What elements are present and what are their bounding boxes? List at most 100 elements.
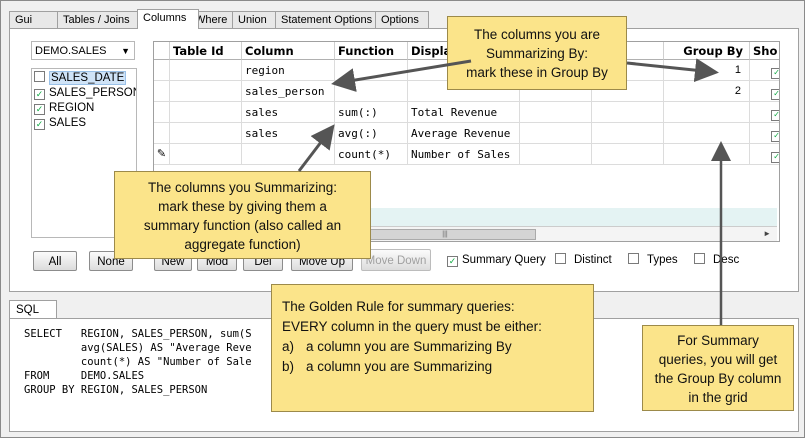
desc-label: Desc bbox=[713, 254, 740, 266]
cell-column[interactable]: sales bbox=[242, 123, 335, 144]
callout-line: the Group By column bbox=[654, 371, 782, 386]
header-show[interactable]: Sho bbox=[750, 42, 779, 60]
summary-query-option[interactable]: ✓ Summary Query bbox=[447, 253, 546, 267]
column-item-region[interactable]: ✓ REGION bbox=[34, 101, 94, 116]
cell-show[interactable]: ✓ bbox=[750, 81, 779, 102]
callout-line: The columns you are bbox=[473, 27, 601, 42]
checkbox[interactable]: ✓ bbox=[34, 104, 45, 115]
checkbox[interactable] bbox=[34, 71, 45, 82]
cell-group-by[interactable] bbox=[664, 102, 750, 123]
cell-function[interactable]: avg(:) bbox=[335, 123, 408, 144]
checkbox[interactable]: ✓ bbox=[771, 152, 779, 163]
column-item-sales-date[interactable]: SALES_DATE bbox=[34, 71, 127, 86]
tab-columns[interactable]: Columns bbox=[137, 9, 199, 29]
edit-row-pencil-icon[interactable]: ✎ bbox=[154, 144, 170, 165]
cell-function[interactable] bbox=[335, 60, 408, 81]
cell-table-id[interactable] bbox=[170, 102, 242, 123]
table-select-value: DEMO.SALES bbox=[35, 45, 107, 57]
header-group-by[interactable]: Group By bbox=[664, 42, 750, 60]
cell-show[interactable]: ✓ bbox=[750, 60, 779, 81]
all-button[interactable]: All bbox=[33, 251, 77, 271]
checkbox[interactable]: ✓ bbox=[34, 119, 45, 130]
checkbox[interactable]: ✓ bbox=[771, 89, 779, 100]
query-builder-window: Gui Tables / Joins Columns Where Union S… bbox=[0, 0, 805, 438]
distinct-option[interactable]: Distinct bbox=[555, 253, 612, 267]
cell-blank[interactable] bbox=[520, 123, 592, 144]
cell-column[interactable]: sales bbox=[242, 102, 335, 123]
cell-function[interactable]: sum(:) bbox=[335, 102, 408, 123]
scrollbar-thumb[interactable]: ||| bbox=[354, 229, 536, 240]
checkbox[interactable]: ✓ bbox=[771, 110, 779, 121]
cell-group-by[interactable]: 2 bbox=[664, 81, 750, 102]
cell-table-id[interactable] bbox=[170, 60, 242, 81]
cell-group-by[interactable]: 1 bbox=[664, 60, 750, 81]
column-item-label: REGION bbox=[49, 102, 95, 114]
golden-rule-title: The Golden Rule for summary queries: bbox=[282, 299, 515, 314]
sql-line: avg(SALES) AS "Average Reve bbox=[24, 342, 252, 354]
cell-desc[interactable] bbox=[592, 123, 664, 144]
summary-query-label: Summary Query bbox=[462, 254, 546, 266]
column-item-label: SALES_PERSON bbox=[49, 87, 137, 99]
types-option[interactable]: Types bbox=[628, 253, 678, 267]
tab-tables-joins[interactable]: Tables / Joins bbox=[57, 11, 143, 28]
cell-table-id[interactable] bbox=[170, 81, 242, 102]
callout-line: queries, you will get bbox=[658, 352, 778, 367]
cell-table-id[interactable] bbox=[170, 123, 242, 144]
checkbox[interactable]: ✓ bbox=[447, 256, 458, 267]
cell-desc[interactable] bbox=[592, 102, 664, 123]
function-callout: The columns you Summarizing: mark these … bbox=[114, 171, 371, 259]
row-selector[interactable] bbox=[154, 102, 170, 123]
sql-line: count(*) AS "Number of Sale bbox=[24, 356, 252, 368]
cell-show[interactable]: ✓ bbox=[750, 144, 779, 165]
cell-function[interactable]: count(*) bbox=[335, 144, 408, 165]
column-item-sales[interactable]: ✓ SALES bbox=[34, 116, 86, 131]
checkbox[interactable] bbox=[628, 253, 639, 264]
tab-sql[interactable]: SQL bbox=[9, 300, 57, 318]
tab-gui[interactable]: Gui bbox=[9, 11, 61, 28]
callout-line: For Summary bbox=[677, 333, 759, 348]
row-selector[interactable] bbox=[154, 81, 170, 102]
column-item-sales-person[interactable]: ✓ SALES_PERSON bbox=[34, 86, 137, 101]
golden-rule-callout: The Golden Rule for summary queries: EVE… bbox=[271, 284, 594, 412]
cell-show[interactable]: ✓ bbox=[750, 102, 779, 123]
callout-line: in the grid bbox=[688, 390, 748, 405]
cell-group-by[interactable] bbox=[664, 144, 750, 165]
golden-rule-item: a) a column you are Summarizing By bbox=[282, 337, 593, 357]
header-table-id[interactable]: Table Id bbox=[170, 42, 242, 60]
chevron-down-icon[interactable]: ▼ bbox=[121, 42, 130, 61]
checkbox[interactable] bbox=[694, 253, 705, 264]
grid-corner bbox=[154, 42, 170, 60]
checkbox[interactable]: ✓ bbox=[771, 131, 779, 142]
cell-column[interactable]: region bbox=[242, 60, 335, 81]
table-select[interactable]: DEMO.SALES ▼ bbox=[31, 41, 135, 60]
cell-desc[interactable] bbox=[592, 144, 664, 165]
tab-statement-options[interactable]: Statement Options bbox=[275, 11, 383, 28]
desc-option[interactable]: Desc bbox=[694, 253, 739, 267]
cell-display[interactable]: Number of Sales bbox=[408, 144, 520, 165]
move-down-button[interactable]: Move Down bbox=[361, 249, 431, 271]
checkbox[interactable]: ✓ bbox=[34, 89, 45, 100]
cell-group-by[interactable] bbox=[664, 123, 750, 144]
header-column[interactable]: Column bbox=[242, 42, 335, 60]
checkbox[interactable]: ✓ bbox=[771, 68, 779, 79]
row-selector[interactable] bbox=[154, 123, 170, 144]
cell-blank[interactable] bbox=[520, 102, 592, 123]
cell-display[interactable]: Average Revenue bbox=[408, 123, 520, 144]
tab-options[interactable]: Options bbox=[375, 11, 429, 28]
header-function[interactable]: Function bbox=[335, 42, 408, 60]
item-text: a column you are Summarizing By bbox=[306, 339, 512, 354]
cell-column[interactable]: sales_person bbox=[242, 81, 335, 102]
item-marker: a) bbox=[282, 339, 295, 354]
cell-display[interactable]: Total Revenue bbox=[408, 102, 520, 123]
row-selector[interactable] bbox=[154, 60, 170, 81]
cell-column[interactable] bbox=[242, 144, 335, 165]
scroll-right-icon[interactable]: ► bbox=[763, 227, 771, 241]
callout-line: The columns you Summarizing: bbox=[147, 180, 338, 195]
callout-line: Summarizing By: bbox=[485, 46, 589, 61]
cell-show[interactable]: ✓ bbox=[750, 123, 779, 144]
cell-function[interactable] bbox=[335, 81, 408, 102]
cell-table-id[interactable] bbox=[170, 144, 242, 165]
cell-blank[interactable] bbox=[520, 144, 592, 165]
sql-line: SELECT REGION, SALES_PERSON, sum(S bbox=[24, 328, 252, 340]
checkbox[interactable] bbox=[555, 253, 566, 264]
